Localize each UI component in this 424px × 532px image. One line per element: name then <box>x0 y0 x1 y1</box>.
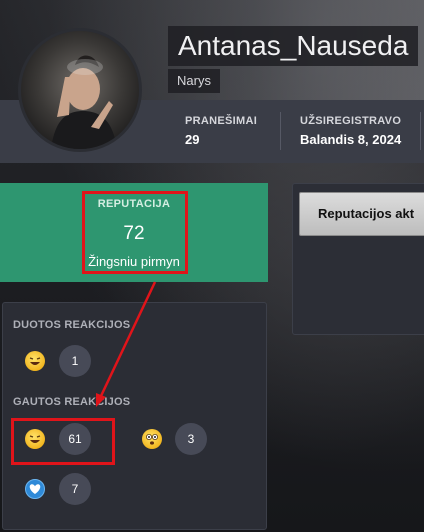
laugh-emoji-icon[interactable] <box>25 351 45 371</box>
stat-posts[interactable]: PRANEŠIMAI 29 <box>185 115 257 147</box>
divider <box>420 112 421 150</box>
username: Antanas_Nauseda <box>168 26 419 66</box>
given-reactions-title: DUOTOS REAKCIJOS <box>13 319 131 331</box>
stat-value: 29 <box>185 132 200 147</box>
avatar-image <box>21 31 139 149</box>
tab-reputation-activity[interactable]: Reputacijos akt <box>299 192 424 236</box>
stat-value: Balandis 8, 2024 <box>300 132 402 147</box>
stat-label: PRANEŠIMAI <box>185 115 258 127</box>
user-title-badge: Narys <box>168 69 220 93</box>
shocked-emoji-icon[interactable] <box>142 429 162 449</box>
given-laugh-count[interactable]: 1 <box>59 345 91 377</box>
divider <box>280 112 281 150</box>
received-reactions-title: GAUTOS REAKCIJOS <box>13 396 131 408</box>
highlight-box-reputation <box>82 191 188 274</box>
highlight-box-received-laugh <box>11 418 115 465</box>
avatar[interactable] <box>18 28 142 152</box>
heart-reaction-icon[interactable] <box>25 479 45 499</box>
stat-registered: UŽSIREGISTRAVO Balandis 8, 2024 <box>300 115 401 147</box>
received-heart-count[interactable]: 7 <box>59 473 91 505</box>
received-shocked-count[interactable]: 3 <box>175 423 207 455</box>
stat-label: UŽSIREGISTRAVO <box>300 115 402 127</box>
